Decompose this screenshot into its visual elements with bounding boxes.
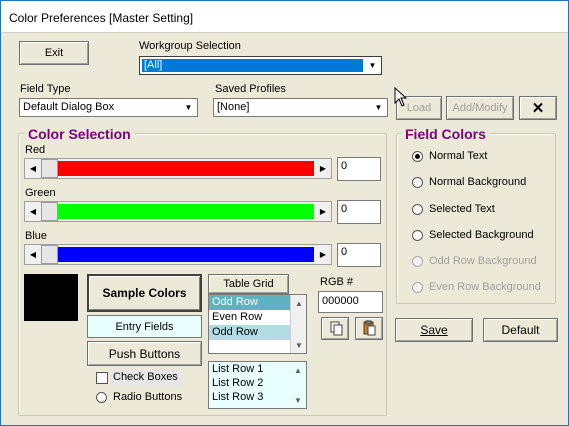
check-boxes-sample-checkbox[interactable] bbox=[96, 372, 108, 384]
green-slider-thumb[interactable] bbox=[41, 202, 58, 221]
field-color-option-label: Odd Row Background bbox=[429, 255, 537, 267]
chevron-down-icon[interactable]: ▼ bbox=[371, 100, 386, 115]
check-boxes-sample-label: Check Boxes bbox=[111, 369, 181, 386]
rgb-hex-input[interactable]: 000000 bbox=[318, 291, 383, 313]
default-button[interactable]: Default bbox=[483, 318, 558, 342]
blue-value-input[interactable]: 0 bbox=[337, 243, 381, 267]
chevron-down-icon[interactable]: ▼ bbox=[365, 58, 380, 73]
chevron-down-icon[interactable]: ▼ bbox=[291, 337, 306, 353]
chevron-right-icon[interactable]: ▶ bbox=[315, 202, 331, 221]
green-label: Green bbox=[25, 187, 56, 199]
red-slider-thumb[interactable] bbox=[41, 159, 58, 178]
radio-buttons-sample-label: Radio Buttons bbox=[113, 391, 183, 403]
green-value-input[interactable]: 0 bbox=[337, 200, 381, 224]
red-label: Red bbox=[25, 144, 46, 156]
chevron-left-icon[interactable]: ◀ bbox=[25, 159, 41, 178]
chevron-down-icon[interactable]: ▼ bbox=[181, 100, 196, 115]
field-type-select[interactable]: Default Dialog Box ▼ bbox=[19, 98, 198, 117]
list-rows-sample[interactable]: List Row 1 List Row 2 List Row 3 ▲ ▼ bbox=[208, 361, 307, 409]
blue-slider[interactable]: ◀ ▶ bbox=[24, 244, 332, 265]
chevron-up-icon[interactable]: ▲ bbox=[290, 362, 306, 378]
save-button[interactable]: Save bbox=[395, 318, 473, 342]
paste-icon bbox=[363, 320, 376, 336]
entry-fields-sample[interactable]: Entry Fields bbox=[87, 315, 202, 338]
chevron-up-icon[interactable]: ▲ bbox=[291, 295, 306, 311]
field-type-label: Field Type bbox=[20, 83, 71, 95]
rgb-label: RGB # bbox=[320, 276, 354, 288]
window-title: Color Preferences [Master Setting] bbox=[9, 11, 194, 25]
saved-profiles-value: [None] bbox=[217, 101, 250, 113]
red-track[interactable] bbox=[58, 161, 314, 176]
green-track[interactable] bbox=[58, 204, 314, 219]
chevron-down-icon[interactable]: ▼ bbox=[290, 392, 306, 408]
saved-profiles-select[interactable]: [None] ▼ bbox=[213, 98, 388, 117]
sample-colors-button[interactable]: Sample Colors bbox=[87, 274, 202, 312]
radio-buttons-sample-radio[interactable] bbox=[96, 392, 107, 403]
workgroup-label: Workgroup Selection bbox=[139, 40, 241, 52]
field-color-radio[interactable] bbox=[412, 177, 423, 188]
field-color-option-label: Normal Background bbox=[429, 176, 527, 188]
add-modify-button[interactable]: Add/Modify bbox=[446, 96, 514, 120]
table-grid-scrollbar[interactable]: ▲ ▼ bbox=[290, 295, 306, 353]
blue-label: Blue bbox=[25, 230, 48, 242]
list-rows-scrollbar[interactable]: ▲ ▼ bbox=[290, 362, 306, 408]
field-colors-legend: Field Colors bbox=[402, 126, 489, 142]
push-buttons-sample[interactable]: Push Buttons bbox=[87, 341, 202, 366]
save-button-label: Save bbox=[420, 323, 448, 337]
field-color-radio[interactable] bbox=[412, 282, 423, 293]
field-color-radio[interactable] bbox=[412, 256, 423, 267]
blue-slider-thumb[interactable] bbox=[41, 245, 58, 264]
title-bar: Color Preferences [Master Setting] bbox=[1, 1, 568, 33]
chevron-right-icon[interactable]: ▶ bbox=[315, 245, 331, 264]
sample-color-swatch bbox=[24, 274, 78, 321]
color-preferences-window: Color Preferences [Master Setting] Exit … bbox=[0, 0, 569, 426]
blue-track[interactable] bbox=[58, 247, 314, 262]
field-color-option-label: Normal Text bbox=[429, 150, 488, 162]
workgroup-select[interactable]: [All] ▼ bbox=[139, 56, 382, 75]
table-grid-button[interactable]: Table Grid bbox=[208, 274, 289, 294]
mouse-cursor-icon bbox=[394, 87, 408, 107]
red-value-input[interactable]: 0 bbox=[337, 157, 381, 181]
color-selection-legend: Color Selection bbox=[25, 126, 134, 142]
chevron-left-icon[interactable]: ◀ bbox=[25, 202, 41, 221]
copy-button[interactable] bbox=[321, 317, 349, 340]
table-grid-list[interactable]: Odd Row Even Row Odd Row ▲ ▼ bbox=[208, 294, 307, 354]
field-color-option-label: Selected Background bbox=[429, 229, 534, 241]
green-slider[interactable]: ◀ ▶ bbox=[24, 201, 332, 222]
chevron-left-icon[interactable]: ◀ bbox=[25, 245, 41, 264]
field-color-option-label: Selected Text bbox=[429, 203, 495, 215]
chevron-right-icon[interactable]: ▶ bbox=[315, 159, 331, 178]
workgroup-value: [All] bbox=[142, 59, 363, 72]
close-icon[interactable]: ✕ bbox=[519, 96, 557, 120]
copy-icon bbox=[330, 321, 343, 336]
red-slider[interactable]: ◀ ▶ bbox=[24, 158, 332, 179]
exit-button[interactable]: Exit bbox=[19, 41, 89, 65]
field-color-radio[interactable] bbox=[412, 151, 423, 162]
field-color-radio[interactable] bbox=[412, 230, 423, 241]
field-type-value: Default Dialog Box bbox=[23, 101, 115, 113]
paste-button[interactable] bbox=[355, 317, 383, 340]
field-color-option-label: Even Row Background bbox=[429, 281, 541, 293]
saved-profiles-label: Saved Profiles bbox=[215, 83, 286, 95]
field-color-radio[interactable] bbox=[412, 204, 423, 215]
